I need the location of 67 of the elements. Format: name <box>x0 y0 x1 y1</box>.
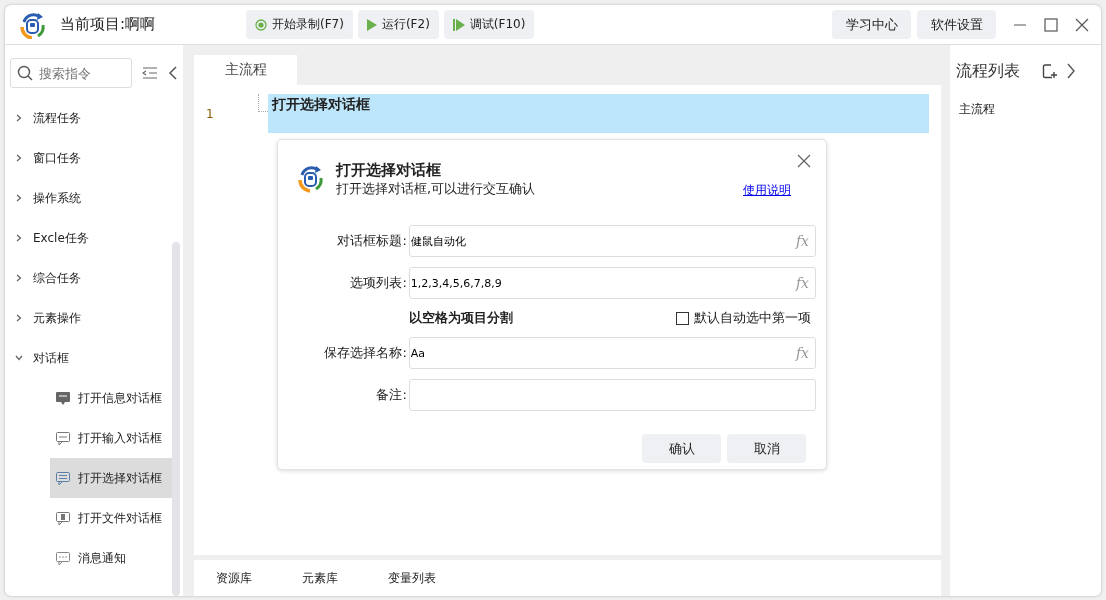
flow-list-item[interactable]: 主流程 <box>956 95 1101 118</box>
dialog-subtitle: 打开选择对话框,可以进行交互确认 <box>336 180 536 198</box>
hint-text: 以空格为项目分割 <box>409 309 513 327</box>
step-play-icon <box>452 18 465 31</box>
bottom-tab[interactable]: 资源库 <box>216 569 252 587</box>
chevron-right-icon <box>15 154 23 162</box>
chevron-right-icon <box>15 314 23 322</box>
close-icon[interactable] <box>1075 17 1089 32</box>
category-item[interactable]: 窗口任务 <box>5 138 172 178</box>
field-label: 对话框标题: <box>336 232 408 250</box>
search-icon <box>17 65 33 81</box>
chevron-down-icon <box>15 354 23 362</box>
input-field[interactable]: 1,2,3,4,5,6,7,8,9 fx <box>408 267 816 299</box>
help-link[interactable]: 使用说明 <box>743 182 791 199</box>
speech-bubble-icon <box>55 430 71 446</box>
category-item[interactable]: 流程任务 <box>5 98 172 138</box>
speech-bubble-icon <box>55 470 71 486</box>
project-title: 当前项目:啊啊 <box>60 15 157 34</box>
dialog-title: 打开选择对话框 <box>336 161 442 180</box>
speech-bubble-icon <box>55 550 71 566</box>
command-item[interactable]: 打开文件对话框 <box>50 498 172 538</box>
scrollbar[interactable] <box>172 242 180 596</box>
chevron-right-icon <box>15 114 23 122</box>
toolbar-button[interactable]: 运行(F2) <box>357 10 439 39</box>
chevron-right-icon <box>15 274 23 282</box>
header-button[interactable]: 软件设置 <box>917 10 996 39</box>
command-item[interactable]: 消息通知 <box>50 538 172 578</box>
header-button[interactable]: 学习中心 <box>832 10 911 39</box>
add-flow-icon[interactable] <box>1042 63 1058 79</box>
category-item[interactable]: Excle任务 <box>5 218 172 258</box>
toolbar-button[interactable]: 开始录制(F7) <box>246 10 353 39</box>
collapse-list-icon[interactable] <box>142 66 158 80</box>
play-icon <box>366 18 377 31</box>
chevron-right-icon <box>15 234 23 242</box>
maximize-icon[interactable] <box>1044 17 1058 32</box>
field-label: 备注: <box>375 386 408 404</box>
panel-title: 流程列表 <box>956 60 1020 82</box>
bottom-tab[interactable]: 变量列表 <box>388 569 436 587</box>
flow-tab[interactable]: 主流程 <box>194 55 297 85</box>
dialog-button[interactable]: 确认 <box>642 434 721 463</box>
category-item[interactable]: 操作系统 <box>5 178 172 218</box>
bottom-tab[interactable]: 元素库 <box>302 569 338 587</box>
speech-bubble-icon <box>55 510 71 526</box>
field-label: 选项列表: <box>349 274 408 292</box>
app-logo-icon <box>296 164 326 194</box>
chevron-left-icon[interactable] <box>168 66 178 80</box>
input-field[interactable]: Aa fx <box>408 337 816 369</box>
line-number: 1 <box>205 106 215 121</box>
category-item[interactable]: 元素操作 <box>5 298 172 338</box>
command-item[interactable]: 打开信息对话框 <box>50 378 172 418</box>
chevron-right-icon <box>15 194 23 202</box>
command-item[interactable]: 打开选择对话框 <box>50 458 172 498</box>
field-label: 保存选择名称: <box>323 344 408 362</box>
input-field[interactable]: 健鼠自动化 fx <box>408 225 816 257</box>
category-item[interactable]: 对话框 <box>5 338 172 378</box>
close-icon[interactable] <box>797 154 811 168</box>
app-logo-icon <box>18 10 46 39</box>
record-icon <box>255 18 267 31</box>
input-field[interactable] <box>408 379 816 411</box>
speech-bubble-icon <box>55 390 71 406</box>
category-item[interactable]: 综合任务 <box>5 258 172 298</box>
search-field[interactable]: 搜索指令 <box>10 58 132 88</box>
chevron-right-icon[interactable] <box>1066 63 1076 79</box>
command-item[interactable]: 打开输入对话框 <box>50 418 172 458</box>
dialog-button[interactable]: 取消 <box>727 434 806 463</box>
toolbar-button[interactable]: 调试(F10) <box>443 10 535 39</box>
checkbox[interactable]: 默认自动选中第一项 <box>676 309 811 327</box>
